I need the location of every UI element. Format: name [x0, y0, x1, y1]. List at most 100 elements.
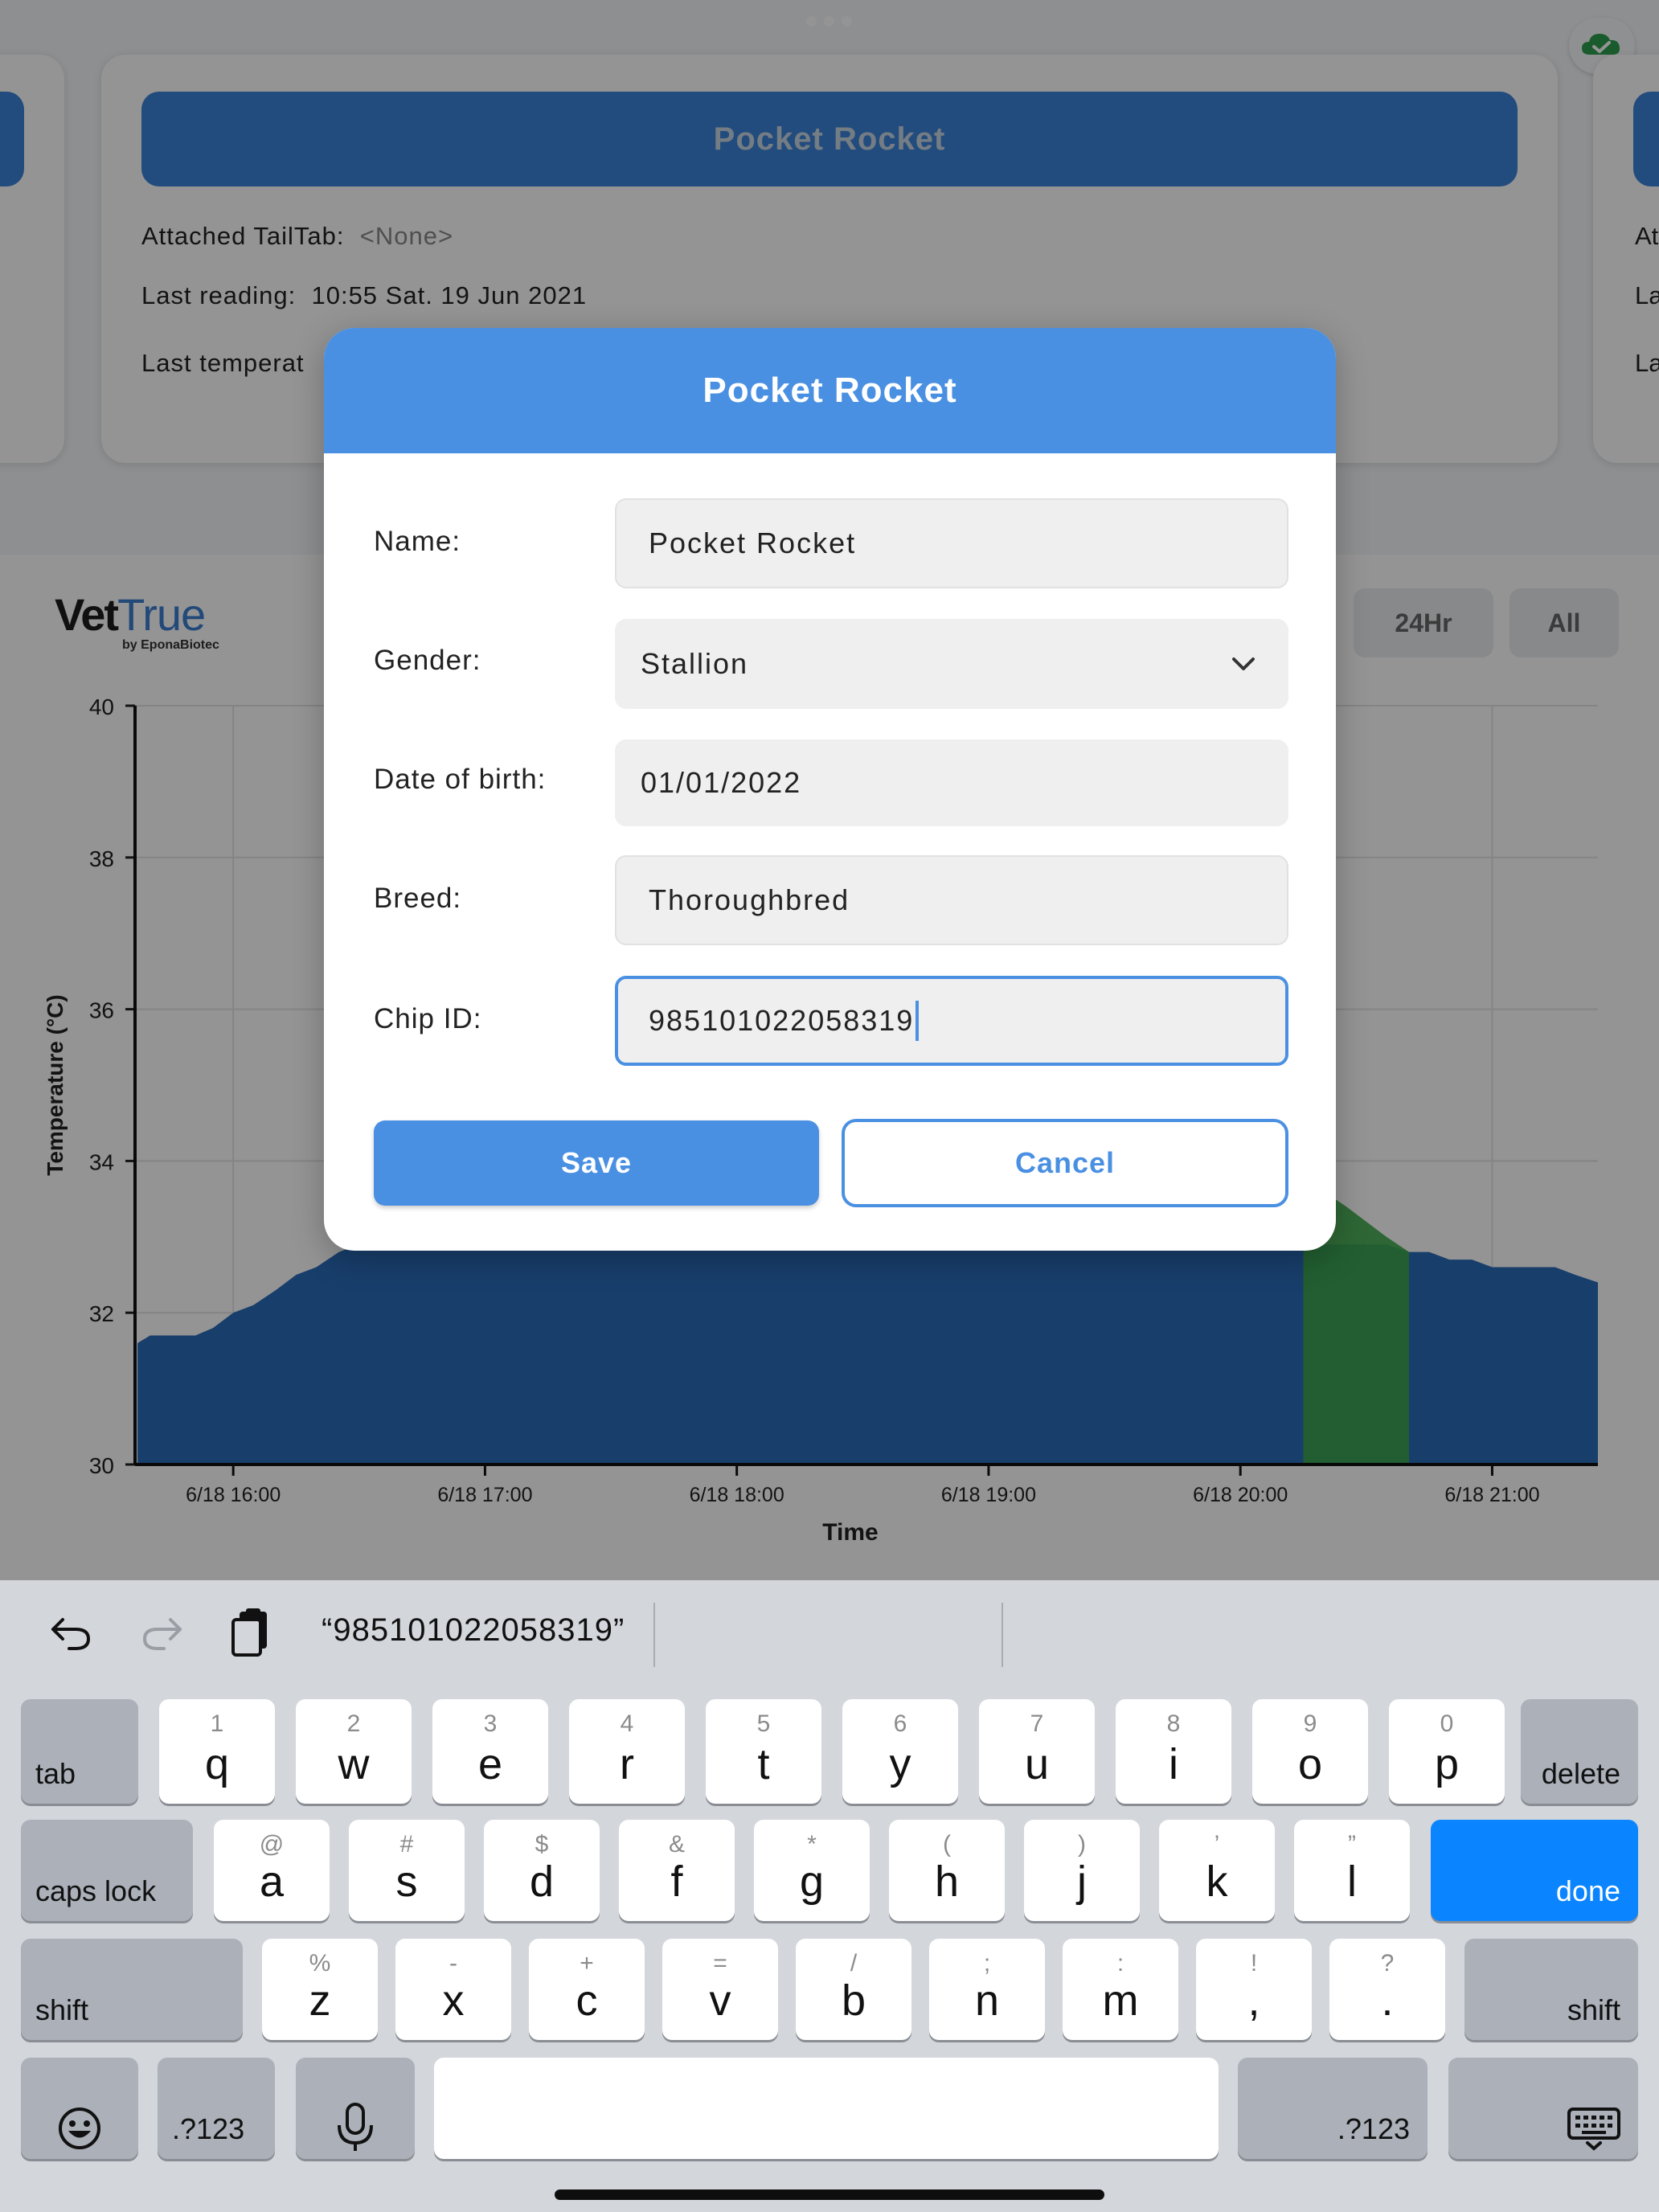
redo-button[interactable]: [138, 1580, 186, 1685]
key-alt-label: 7: [1030, 1710, 1044, 1737]
save-button[interactable]: Save: [374, 1120, 819, 1206]
key-z[interactable]: % z: [262, 1939, 378, 2040]
key-m[interactable]: :m: [1063, 1939, 1178, 2040]
key-g[interactable]: * g: [754, 1820, 870, 1921]
key-u[interactable]: 7u: [979, 1699, 1095, 1804]
key-main-label: p: [1434, 1740, 1460, 1788]
key-main-label: y: [889, 1740, 911, 1788]
key-n[interactable]: ; n: [929, 1939, 1045, 2040]
key-p[interactable]: 0p: [1389, 1699, 1505, 1804]
numbers-key-left[interactable]: .?123: [158, 2058, 275, 2159]
autocomplete-suggestion[interactable]: “985101022058319”: [322, 1612, 625, 1649]
key-alt-label: 0: [1440, 1710, 1454, 1737]
shift-key-left[interactable]: shift: [21, 1939, 243, 2040]
key-alt-label: -: [449, 1950, 457, 1976]
key-alt-label: 4: [620, 1710, 634, 1737]
key-alt-label: 3: [483, 1710, 498, 1737]
key-s[interactable]: # s: [349, 1820, 465, 1921]
numbers-key-right[interactable]: .?123: [1238, 2058, 1428, 2159]
key-b[interactable]: / b: [796, 1939, 911, 2040]
key-alt-label: ’: [1214, 1831, 1220, 1858]
numbers-key-right-label: .?123: [1337, 2112, 1410, 2145]
key-alt-label: &: [668, 1831, 685, 1858]
toolbar-divider-2: [1002, 1603, 1003, 1667]
key-alt-label: 1: [210, 1710, 224, 1737]
undo-button[interactable]: [47, 1580, 95, 1685]
key-i[interactable]: 8i: [1116, 1699, 1231, 1804]
key-y[interactable]: 6y: [842, 1699, 958, 1804]
key-j[interactable]: ) j: [1024, 1820, 1140, 1921]
key-h[interactable]: (h: [889, 1820, 1005, 1921]
key-alt-label: 5: [756, 1710, 771, 1737]
gender-select[interactable]: Stallion: [615, 619, 1288, 709]
key-x[interactable]: -x: [395, 1939, 511, 2040]
key-e[interactable]: 3e: [432, 1699, 548, 1804]
key-l[interactable]: ” l: [1294, 1820, 1410, 1921]
keyboard-dismiss-icon: [1567, 2108, 1620, 2151]
key-q[interactable]: 1q: [159, 1699, 275, 1804]
dictation-key[interactable]: [296, 2058, 415, 2159]
key-main-label: d: [529, 1858, 555, 1906]
key-alt-label: (: [943, 1831, 951, 1858]
key-alt-label: ): [1078, 1831, 1086, 1858]
caps-lock-key[interactable]: caps lock: [21, 1820, 193, 1921]
key-f[interactable]: & f: [619, 1820, 735, 1921]
key-alt-label: +: [580, 1950, 594, 1976]
key-k[interactable]: ’ k: [1159, 1820, 1275, 1921]
key-main-label: f: [670, 1858, 683, 1906]
key-alt-label: #: [399, 1831, 414, 1858]
key-comma[interactable]: !,: [1196, 1939, 1312, 2040]
name-field[interactable]: [615, 498, 1288, 588]
key-alt-label: ”: [1348, 1831, 1356, 1858]
key-c[interactable]: + c: [529, 1939, 645, 2040]
chip-id-value[interactable]: 985101022058319: [649, 1004, 914, 1038]
emoji-key[interactable]: [21, 2058, 138, 2159]
key-main-label: b: [841, 1976, 866, 2025]
key-period[interactable]: ?.: [1329, 1939, 1445, 2040]
dismiss-keyboard-key[interactable]: [1448, 2058, 1638, 2159]
tab-key[interactable]: tab: [21, 1699, 138, 1804]
key-o[interactable]: 9o: [1252, 1699, 1368, 1804]
key-main-label: g: [799, 1858, 825, 1906]
key-main-label: t: [757, 1740, 770, 1788]
key-alt-label: :: [1116, 1950, 1124, 1976]
key-a[interactable]: @ a: [214, 1820, 330, 1921]
paste-button[interactable]: [228, 1580, 276, 1685]
cancel-button[interactable]: Cancel: [842, 1119, 1288, 1207]
key-d[interactable]: $ d: [484, 1820, 600, 1921]
key-main-label: a: [259, 1858, 285, 1906]
chevron-down-icon: [1232, 657, 1255, 670]
dialog-title: Pocket Rocket: [324, 328, 1336, 453]
key-main-label: v: [709, 1976, 731, 2025]
gender-label: Gender:: [374, 645, 481, 676]
key-t[interactable]: 5t: [706, 1699, 821, 1804]
done-key[interactable]: done: [1431, 1820, 1638, 1921]
delete-key[interactable]: delete: [1521, 1699, 1638, 1804]
key-main-label: j: [1077, 1858, 1087, 1906]
key-r[interactable]: 4r: [569, 1699, 685, 1804]
text-cursor: [916, 1001, 920, 1041]
key-alt-label: !: [1250, 1950, 1258, 1976]
key-alt-label: %: [309, 1950, 331, 1976]
numbers-key-left-label: .?123: [172, 2112, 245, 2145]
home-indicator[interactable]: [555, 2189, 1104, 2200]
shift-key-right[interactable]: shift: [1464, 1939, 1638, 2040]
key-alt-label: 2: [346, 1710, 361, 1737]
name-input[interactable]: [649, 526, 1287, 560]
breed-field[interactable]: [615, 855, 1288, 945]
key-main-label: x: [442, 1976, 465, 2025]
key-main-label: s: [395, 1858, 418, 1906]
breed-input[interactable]: [649, 883, 1287, 917]
key-main-label: z: [309, 1976, 331, 2025]
name-label: Name:: [374, 526, 461, 557]
chip-id-field[interactable]: 985101022058319: [615, 976, 1288, 1066]
key-v[interactable]: = v: [662, 1939, 778, 2040]
dob-field[interactable]: 01/01/2022: [615, 739, 1288, 826]
caps-lock-key-label: caps lock: [35, 1874, 157, 1907]
key-alt-label: ;: [983, 1950, 991, 1976]
key-w[interactable]: 2w: [296, 1699, 412, 1804]
key-alt-label: =: [713, 1950, 727, 1976]
space-key[interactable]: [434, 2058, 1219, 2159]
edit-horse-dialog: Pocket Rocket Name: Gender: Stallion Dat…: [324, 328, 1336, 1251]
key-main-label: ,: [1247, 1976, 1260, 2025]
